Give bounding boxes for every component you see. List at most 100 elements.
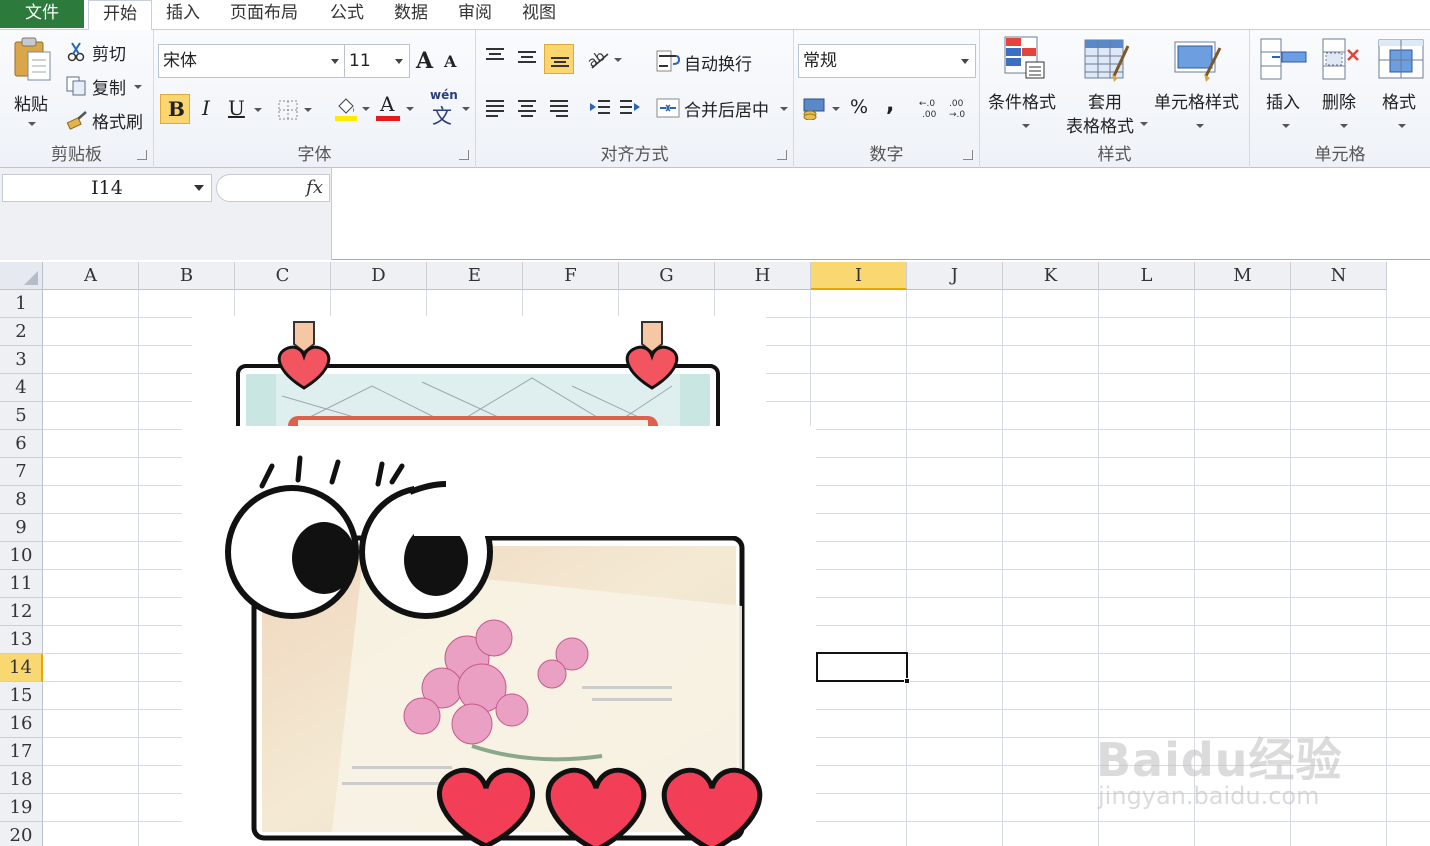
accounting-format-button[interactable]: [802, 94, 842, 124]
cell-styles-icon: [1174, 41, 1222, 82]
orientation-button[interactable]: ab: [584, 46, 624, 74]
row-header-7[interactable]: 7: [0, 458, 43, 486]
select-all-button[interactable]: [0, 262, 43, 290]
format-painter-button[interactable]: 格式刷: [66, 108, 150, 134]
tab-page-layout[interactable]: 页面布局: [218, 0, 310, 30]
row-header-17[interactable]: 17: [0, 738, 43, 766]
dialog-launcher-icon[interactable]: [963, 150, 973, 160]
column-header-k[interactable]: K: [1003, 262, 1099, 290]
column-header-b[interactable]: B: [139, 262, 235, 290]
decrease-decimal-icon[interactable]: .00 →.0: [948, 96, 972, 120]
increase-indent-icon[interactable]: [618, 98, 642, 118]
dialog-launcher-icon[interactable]: [137, 150, 147, 160]
align-center-icon[interactable]: [516, 98, 538, 118]
tab-home[interactable]: 开始: [88, 0, 152, 31]
copy-button[interactable]: 复制: [66, 74, 150, 100]
row-header-5[interactable]: 5: [0, 402, 43, 430]
shrink-font-button[interactable]: A: [444, 50, 468, 74]
tab-review[interactable]: 审阅: [446, 0, 504, 30]
column-header-m[interactable]: M: [1195, 262, 1291, 290]
phonetic-guide-button[interactable]: wén 文: [428, 88, 472, 128]
align-left-icon[interactable]: [484, 98, 506, 118]
fill-color-button[interactable]: [332, 94, 372, 124]
row-header-20[interactable]: 20: [0, 822, 43, 846]
italic-button[interactable]: I: [196, 94, 222, 124]
column-header-f[interactable]: F: [523, 262, 619, 290]
dialog-launcher-icon[interactable]: [459, 150, 469, 160]
decrease-indent-icon[interactable]: [588, 98, 612, 118]
tab-formulas[interactable]: 公式: [318, 0, 376, 30]
borders-button[interactable]: [278, 96, 316, 124]
column-header-i[interactable]: I: [811, 262, 907, 290]
paste-button[interactable]: 粘贴: [6, 34, 58, 134]
dialog-launcher-icon[interactable]: [777, 150, 787, 160]
cell-styles-button[interactable]: 单元格样式: [1152, 34, 1248, 134]
align-middle-icon[interactable]: [516, 46, 538, 66]
row-header-4[interactable]: 4: [0, 374, 43, 402]
tab-file[interactable]: 文件: [0, 0, 84, 28]
grow-font-button[interactable]: A: [416, 46, 440, 74]
row-header-8[interactable]: 8: [0, 486, 43, 514]
align-bottom-button[interactable]: [544, 44, 574, 74]
tab-insert[interactable]: 插入: [154, 0, 212, 30]
column-header-a[interactable]: A: [43, 262, 139, 290]
row-header-13[interactable]: 13: [0, 626, 43, 654]
row-header-19[interactable]: 19: [0, 794, 43, 822]
comma-style-button[interactable]: ,: [886, 92, 894, 117]
percent-style-button[interactable]: %: [850, 96, 868, 118]
conditional-formatting-button[interactable]: 条件格式: [984, 34, 1064, 134]
delete-cells-button[interactable]: 删除: [1314, 34, 1370, 134]
merge-center-button[interactable]: 合并后居中: [656, 94, 790, 122]
formula-input[interactable]: [334, 168, 1430, 260]
svg-text:.00: .00: [949, 99, 964, 109]
row-header-15[interactable]: 15: [0, 682, 43, 710]
row-header-2[interactable]: 2: [0, 318, 43, 346]
name-box[interactable]: I14: [2, 174, 212, 202]
font-color-button[interactable]: A: [376, 92, 416, 124]
italic-label: I: [202, 96, 210, 120]
number-format-value: 常规: [803, 51, 837, 71]
frame-image-main[interactable]: [182, 426, 816, 846]
row-header-14[interactable]: 14: [0, 654, 43, 682]
row-header-1[interactable]: 1: [0, 290, 43, 318]
fill-handle[interactable]: [904, 678, 910, 684]
underline-button[interactable]: U: [226, 94, 262, 124]
number-format-combo[interactable]: 常规: [798, 44, 976, 78]
tab-view[interactable]: 视图: [510, 0, 568, 30]
row-header-11[interactable]: 11: [0, 570, 43, 598]
tab-data[interactable]: 数据: [382, 0, 440, 30]
row-header-12[interactable]: 12: [0, 598, 43, 626]
active-cell[interactable]: [816, 652, 910, 684]
format-as-table-label-2: 表格格式: [1066, 117, 1134, 137]
row-header-16[interactable]: 16: [0, 710, 43, 738]
row-header-10[interactable]: 10: [0, 542, 43, 570]
bold-button[interactable]: B: [160, 94, 190, 124]
cells-group: 插入 删除 格式 单元格: [1250, 30, 1430, 168]
row-header-9[interactable]: 9: [0, 514, 43, 542]
insert-function-icon[interactable]: fx: [306, 177, 323, 198]
column-header-h[interactable]: H: [715, 262, 811, 290]
align-top-icon[interactable]: [484, 46, 506, 66]
font-name-combo[interactable]: 宋体: [158, 44, 346, 78]
format-as-table-button[interactable]: 套用 表格格式: [1066, 34, 1150, 137]
row-header-6[interactable]: 6: [0, 430, 43, 458]
cut-button[interactable]: 剪切: [66, 40, 150, 66]
row-header-18[interactable]: 18: [0, 766, 43, 794]
row-header-3[interactable]: 3: [0, 346, 43, 374]
chevron-down-icon: [28, 122, 36, 126]
align-right-icon[interactable]: [548, 98, 570, 118]
font-size-combo[interactable]: 11: [344, 44, 410, 78]
column-header-c[interactable]: C: [235, 262, 331, 290]
chevron-down-icon[interactable]: [194, 185, 204, 191]
column-header-e[interactable]: E: [427, 262, 523, 290]
frame-image-top[interactable]: [192, 316, 766, 428]
column-header-j[interactable]: J: [907, 262, 1003, 290]
increase-decimal-icon[interactable]: ←.0 .00: [918, 96, 942, 120]
column-header-l[interactable]: L: [1099, 262, 1195, 290]
insert-cells-button[interactable]: 插入: [1256, 34, 1312, 134]
wrap-text-button[interactable]: 自动换行: [656, 48, 786, 76]
column-header-n[interactable]: N: [1291, 262, 1387, 290]
format-cells-button[interactable]: 格式: [1374, 34, 1428, 134]
column-header-d[interactable]: D: [331, 262, 427, 290]
column-header-g[interactable]: G: [619, 262, 715, 290]
